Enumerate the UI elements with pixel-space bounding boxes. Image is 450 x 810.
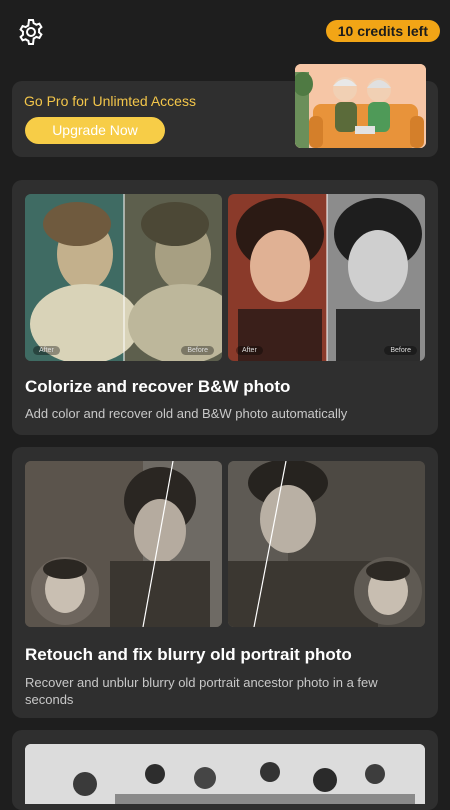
retouch-card-description: Recover and unblur blurry old portrait a… (25, 675, 378, 707)
after-label: After (33, 346, 60, 355)
after-label-2: After (236, 346, 263, 355)
before-label: Before (181, 346, 214, 355)
retouch-sample-photo-1 (25, 461, 222, 627)
credits-badge[interactable]: 10 credits left (325, 20, 440, 42)
pro-upgrade-banner[interactable]: Go Pro for Unlimted Access Upgrade Now (12, 64, 438, 157)
retouch-sample-photo-2 (228, 461, 425, 627)
retouch-card-title: Retouch and fix blurry old portrait phot… (25, 645, 352, 664)
classroom-sample-photo (25, 744, 425, 804)
upgrade-now-button[interactable]: Upgrade Now (25, 117, 165, 144)
colorize-card-title: Colorize and recover B&W photo (25, 377, 291, 396)
gear-icon[interactable] (16, 17, 46, 47)
elderly-couple-illustration (295, 64, 426, 148)
promo-title: Go Pro for Unlimted Access (24, 93, 196, 109)
third-feature-card[interactable] (12, 730, 438, 810)
colorize-card-description: Add color and recover old and B&W photo … (25, 406, 348, 421)
before-label-2: Before (384, 346, 417, 355)
colorize-feature-card[interactable]: After Before After Before Colorize and r… (12, 180, 438, 435)
retouch-feature-card[interactable]: Retouch and fix blurry old portrait phot… (12, 447, 438, 718)
colorize-sample-photo-2: After Before (228, 194, 425, 361)
top-bar: 10 credits left (0, 0, 450, 64)
colorize-sample-photo-1: After Before (25, 194, 222, 361)
